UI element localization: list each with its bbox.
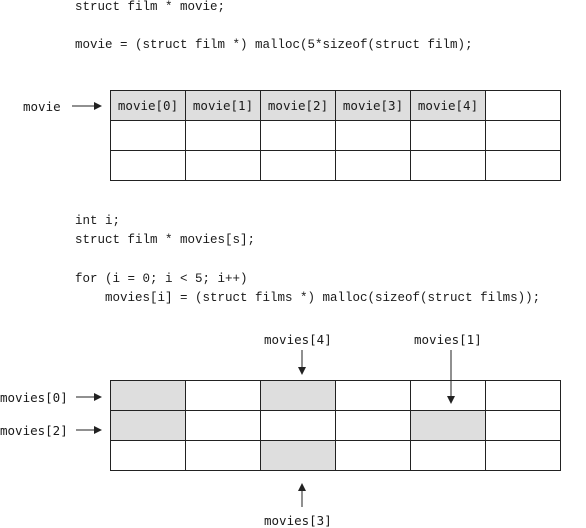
pointer-arrows — [72, 102, 455, 507]
